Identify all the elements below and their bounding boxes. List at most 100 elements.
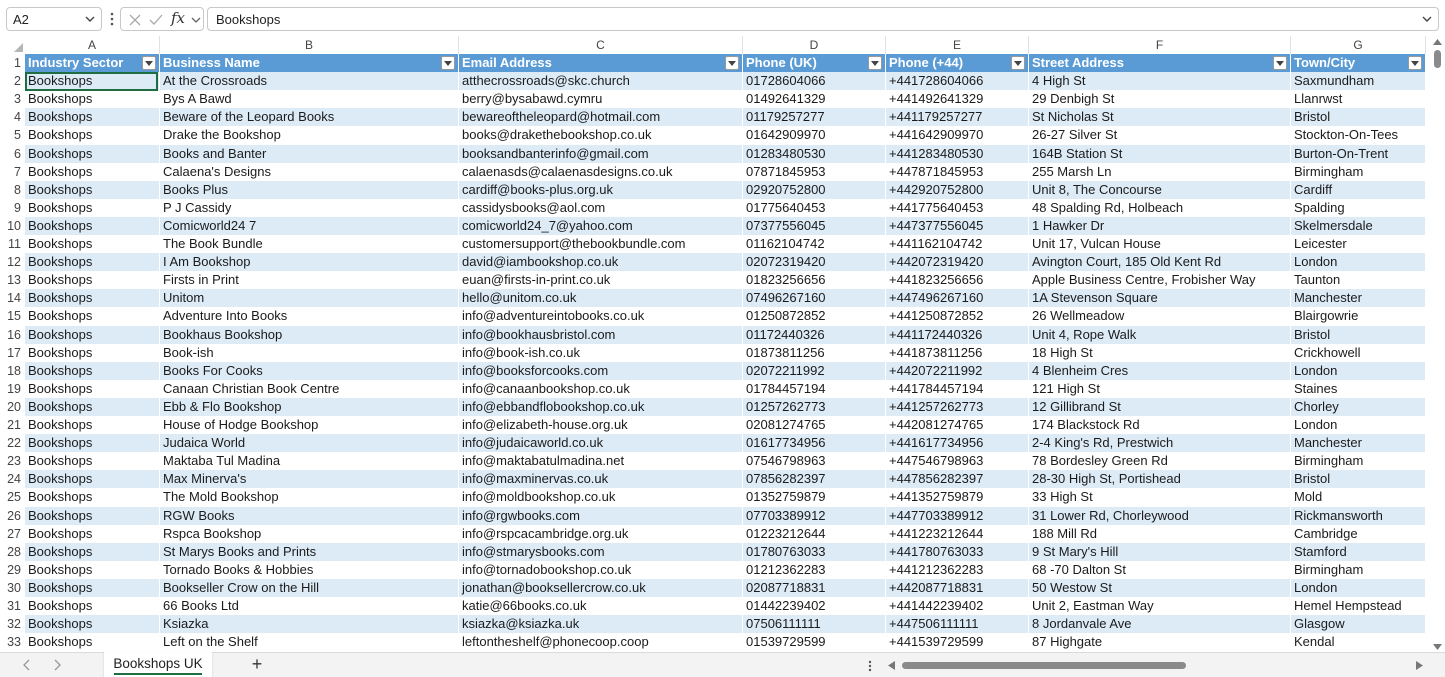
cell-email-address[interactable]: euan@firsts-in-print.co.uk (459, 271, 743, 290)
cell-street-address[interactable]: Avington Court, 185 Old Kent Rd (1029, 253, 1291, 272)
row-number[interactable]: 27 (0, 524, 25, 543)
row-number[interactable]: 16 (0, 325, 25, 344)
cell-business-name[interactable]: The Book Bundle (160, 235, 459, 254)
cell-email-address[interactable]: info@book-ish.co.uk (459, 343, 743, 362)
row-number[interactable]: 29 (0, 560, 25, 579)
cell-phone-44[interactable]: +441179257277 (886, 108, 1029, 127)
cell-street-address[interactable]: Unit 17, Vulcan House (1029, 235, 1291, 254)
cell-town-city[interactable]: Saxmundham (1291, 72, 1426, 91)
cell-street-address[interactable]: 164B Station St (1029, 144, 1291, 163)
cell-industry-sector[interactable]: Bookshops (25, 434, 160, 453)
cell-business-name[interactable]: Tornado Books & Hobbies (160, 560, 459, 579)
cell-street-address[interactable]: Apple Business Centre, Frobisher Way (1029, 271, 1291, 290)
cell-business-name[interactable]: St Marys Books and Prints (160, 542, 459, 561)
cell-email-address[interactable]: info@stmarysbooks.com (459, 542, 743, 561)
expand-formula-icon[interactable] (1420, 11, 1434, 27)
row-number[interactable]: 26 (0, 506, 25, 525)
cell-town-city[interactable]: Bristol (1291, 325, 1426, 344)
cell-industry-sector[interactable]: Bookshops (25, 416, 160, 435)
filter-dropdown-icon[interactable] (142, 56, 156, 70)
cell-phone-uk[interactable]: 01492641329 (743, 90, 886, 109)
cell-street-address[interactable]: Unit 4, Rope Walk (1029, 325, 1291, 344)
cell-email-address[interactable]: info@bookhausbristol.com (459, 325, 743, 344)
select-all-corner[interactable] (0, 36, 25, 54)
cell-industry-sector[interactable]: Bookshops (25, 235, 160, 254)
cell-phone-uk[interactable]: 02072319420 (743, 253, 886, 272)
cell-email-address[interactable]: info@elizabeth-house.org.uk (459, 416, 743, 435)
add-sheet-button[interactable]: + (248, 655, 266, 673)
row-number[interactable]: 1 (0, 54, 25, 72)
cell-email-address[interactable]: cassidysbooks@aol.com (459, 198, 743, 217)
row-number[interactable]: 2 (0, 72, 25, 91)
filter-dropdown-icon[interactable] (1408, 56, 1422, 70)
cell-industry-sector[interactable]: Bookshops (25, 198, 160, 217)
header-cell-town-city[interactable]: Town/City (1291, 54, 1426, 73)
cell-industry-sector[interactable]: Bookshops (25, 506, 160, 525)
cell-industry-sector[interactable]: Bookshops (25, 126, 160, 145)
row-number[interactable]: 30 (0, 578, 25, 597)
cell-town-city[interactable]: Cardiff (1291, 180, 1426, 199)
cell-town-city[interactable]: Bristol (1291, 470, 1426, 489)
cell-industry-sector[interactable]: Bookshops (25, 524, 160, 543)
cell-industry-sector[interactable]: Bookshops (25, 452, 160, 471)
header-cell-email-address[interactable]: Email Address (459, 54, 743, 73)
row-number[interactable]: 33 (0, 633, 25, 650)
cell-business-name[interactable]: Max Minerva's (160, 470, 459, 489)
cell-street-address[interactable]: 1 Hawker Dr (1029, 216, 1291, 235)
cell-email-address[interactable]: customersupport@thebookbundle.com (459, 235, 743, 254)
row-number[interactable]: 15 (0, 307, 25, 326)
cell-town-city[interactable]: Staines (1291, 379, 1426, 398)
cell-industry-sector[interactable]: Bookshops (25, 72, 160, 91)
cell-industry-sector[interactable]: Bookshops (25, 597, 160, 616)
scroll-up-icon[interactable] (1433, 39, 1442, 45)
cell-town-city[interactable]: London (1291, 253, 1426, 272)
cell-email-address[interactable]: info@rspcacambridge.org.uk (459, 524, 743, 543)
cell-email-address[interactable]: hello@unitom.co.uk (459, 289, 743, 308)
cell-town-city[interactable]: Taunton (1291, 271, 1426, 290)
cell-phone-uk[interactable]: 07377556045 (743, 216, 886, 235)
row-number[interactable]: 20 (0, 397, 25, 416)
cell-business-name[interactable]: Calaena's Designs (160, 162, 459, 181)
cell-town-city[interactable]: Cambridge (1291, 524, 1426, 543)
cell-street-address[interactable]: 29 Denbigh St (1029, 90, 1291, 109)
cell-phone-44[interactable]: +442072211992 (886, 361, 1029, 380)
name-box[interactable]: A2 (6, 7, 102, 31)
cell-phone-uk[interactable]: 01212362283 (743, 560, 886, 579)
header-cell-phone-44[interactable]: Phone (+44) (886, 54, 1029, 73)
cell-town-city[interactable]: Manchester (1291, 434, 1426, 453)
cell-town-city[interactable]: Glasgow (1291, 615, 1426, 634)
row-number[interactable]: 31 (0, 597, 25, 615)
column-header-d[interactable]: D (743, 36, 886, 54)
cell-email-address[interactable]: booksandbanterinfo@gmail.com (459, 144, 743, 163)
cell-industry-sector[interactable]: Bookshops (25, 361, 160, 380)
cell-phone-uk[interactable]: 07506111111 (743, 615, 886, 634)
cell-industry-sector[interactable]: Bookshops (25, 488, 160, 507)
scroll-left-icon[interactable] (888, 661, 895, 670)
cell-phone-44[interactable]: +442081274765 (886, 416, 1029, 435)
cell-email-address[interactable]: info@moldbookshop.co.uk (459, 488, 743, 507)
cell-phone-44[interactable]: +441223212644 (886, 524, 1029, 543)
filter-dropdown-icon[interactable] (1273, 56, 1287, 70)
cell-phone-uk[interactable]: 01775640453 (743, 198, 886, 217)
cell-business-name[interactable]: The Mold Bookshop (160, 488, 459, 507)
cell-town-city[interactable]: Crickhowell (1291, 343, 1426, 362)
cell-phone-uk[interactable]: 01442239402 (743, 597, 886, 616)
cell-street-address[interactable]: 18 High St (1029, 343, 1291, 362)
vertical-scroll-thumb[interactable] (1434, 50, 1441, 68)
cell-industry-sector[interactable]: Bookshops (25, 542, 160, 561)
cell-email-address[interactable]: atthecrossroads@skc.church (459, 72, 743, 91)
cell-business-name[interactable]: At the Crossroads (160, 72, 459, 91)
cell-email-address[interactable]: info@rgwbooks.com (459, 506, 743, 525)
column-header-e[interactable]: E (886, 36, 1029, 54)
filter-dropdown-icon[interactable] (868, 56, 882, 70)
cell-industry-sector[interactable]: Bookshops (25, 470, 160, 489)
cell-phone-44[interactable]: +447377556045 (886, 216, 1029, 235)
row-number[interactable]: 3 (0, 90, 25, 109)
row-number[interactable]: 21 (0, 416, 25, 434)
cell-industry-sector[interactable]: Bookshops (25, 560, 160, 579)
cell-phone-44[interactable]: +442920752800 (886, 180, 1029, 199)
cell-town-city[interactable]: Hemel Hempstead (1291, 597, 1426, 616)
cell-phone-44[interactable]: +441539729599 (886, 633, 1029, 650)
row-number[interactable]: 24 (0, 470, 25, 489)
cell-phone-uk[interactable]: 01539729599 (743, 633, 886, 650)
